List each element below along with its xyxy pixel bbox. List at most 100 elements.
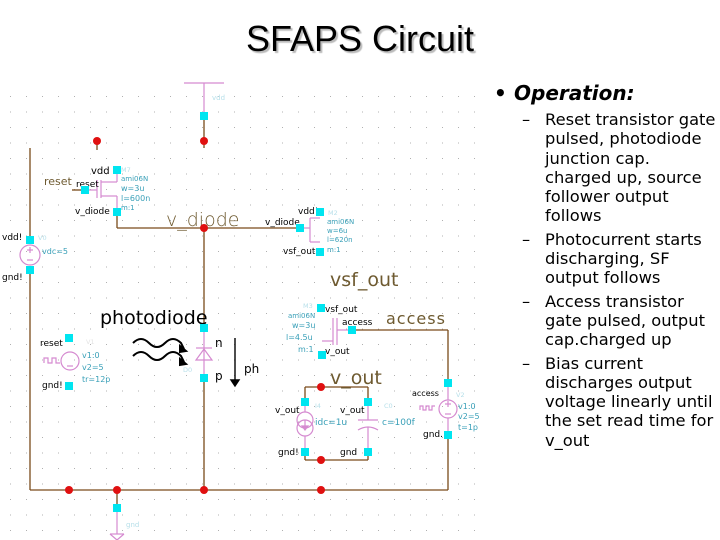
pin-marker[interactable]	[316, 248, 324, 256]
pin-marker[interactable]	[26, 266, 34, 274]
grid-dot	[378, 390, 379, 392]
pin-marker[interactable]	[81, 186, 89, 194]
grid-dot	[330, 468, 331, 469]
pin-marker[interactable]	[364, 448, 372, 456]
pin-marker[interactable]	[317, 304, 325, 312]
grid-dot	[474, 282, 475, 283]
m2-source-pin-label: vsf_out	[283, 247, 316, 257]
grid-dot	[58, 111, 59, 113]
operation-heading-text: Operation:	[514, 81, 635, 105]
grid-dot	[362, 158, 363, 159]
grid-dot	[394, 96, 395, 97]
grid-dot	[378, 127, 379, 128]
junction-dot	[113, 486, 121, 494]
grid-dot	[458, 266, 459, 268]
grid-dot	[90, 235, 91, 237]
pin-marker[interactable]	[200, 324, 208, 332]
grid-dot	[474, 235, 475, 237]
grid-dot	[42, 421, 43, 423]
grid-dot	[250, 96, 251, 97]
grid-dot	[74, 437, 75, 438]
grid-dot	[90, 421, 91, 423]
grid-dot	[250, 328, 251, 330]
grid-dot	[410, 111, 411, 113]
pin-marker[interactable]	[444, 379, 452, 387]
grid-dot	[458, 468, 459, 469]
grid-dot	[442, 127, 443, 128]
grid-dot	[410, 158, 411, 159]
grid-dot	[170, 282, 171, 283]
grid-dot	[314, 220, 315, 221]
pin-marker[interactable]	[113, 208, 121, 216]
grid-dot	[250, 266, 251, 268]
grid-dot	[58, 359, 59, 361]
grid-dot	[170, 297, 171, 299]
grid-dot	[202, 189, 203, 190]
grid-dot	[186, 111, 187, 113]
grid-dot	[282, 142, 283, 144]
grid-dot	[218, 266, 219, 268]
pin-marker[interactable]	[113, 504, 121, 512]
grid-dot	[26, 204, 27, 206]
grid-dot	[74, 483, 75, 485]
grid-dot	[234, 297, 235, 299]
operation-item: – Photocurrent starts discharging, SF out…	[494, 230, 720, 288]
grid-dot	[282, 421, 283, 423]
m7-instance-name: M7	[121, 166, 131, 174]
grid-dot	[282, 359, 283, 361]
grid-dot	[10, 344, 11, 345]
grid-dot	[186, 452, 187, 454]
grid-dot	[266, 421, 267, 423]
grid-dot	[122, 344, 123, 345]
grid-dot	[298, 468, 299, 469]
grid-dot	[330, 452, 331, 454]
grid-dot	[122, 96, 123, 97]
grid-dot	[298, 483, 299, 485]
pin-marker[interactable]	[348, 326, 356, 334]
pin-marker[interactable]	[200, 112, 208, 120]
grid-dot	[10, 359, 11, 361]
grid-dot	[410, 251, 411, 252]
pin-marker[interactable]	[26, 236, 34, 244]
pin-marker[interactable]	[65, 382, 73, 390]
grid-dot	[346, 344, 347, 345]
grid-dot	[426, 235, 427, 237]
pin-marker[interactable]	[444, 431, 452, 439]
grid-dot	[58, 266, 59, 268]
grid-dot	[122, 142, 123, 144]
pin-marker[interactable]	[296, 224, 304, 232]
grid-dot	[218, 142, 219, 144]
grid-dot	[346, 483, 347, 485]
grid-dot	[154, 142, 155, 144]
grid-dot	[330, 158, 331, 159]
reset-pulse-source-symbol	[43, 351, 80, 371]
grid-dot	[154, 344, 155, 345]
grid-dot	[394, 437, 395, 438]
grid-dot	[266, 189, 267, 190]
pin-marker[interactable]	[364, 398, 372, 406]
grid-dot	[154, 251, 155, 252]
grid-dot	[202, 406, 203, 407]
grid-dot	[74, 266, 75, 268]
grid-dot	[186, 142, 187, 144]
pin-marker[interactable]	[200, 374, 208, 382]
grid-dot	[154, 297, 155, 299]
pin-marker[interactable]	[301, 398, 309, 406]
pin-marker[interactable]	[301, 448, 309, 456]
pin-marker[interactable]	[316, 208, 324, 216]
pin-marker[interactable]	[113, 166, 121, 174]
v1-param-tr: tr=12p	[82, 375, 110, 384]
grid-dot	[138, 359, 139, 361]
junction-dot	[317, 456, 325, 464]
photocurrent-label: ph	[244, 362, 259, 376]
grid-dot	[378, 468, 379, 469]
grid-dot	[122, 390, 123, 392]
grid-dot	[154, 235, 155, 237]
grid-dot	[458, 142, 459, 144]
v1-param-v2: v2=5	[82, 363, 104, 372]
pin-marker[interactable]	[65, 334, 73, 342]
grid-dot	[170, 452, 171, 454]
grid-dot	[410, 127, 411, 128]
grid-dot	[458, 375, 459, 376]
pin-marker[interactable]	[318, 351, 326, 359]
